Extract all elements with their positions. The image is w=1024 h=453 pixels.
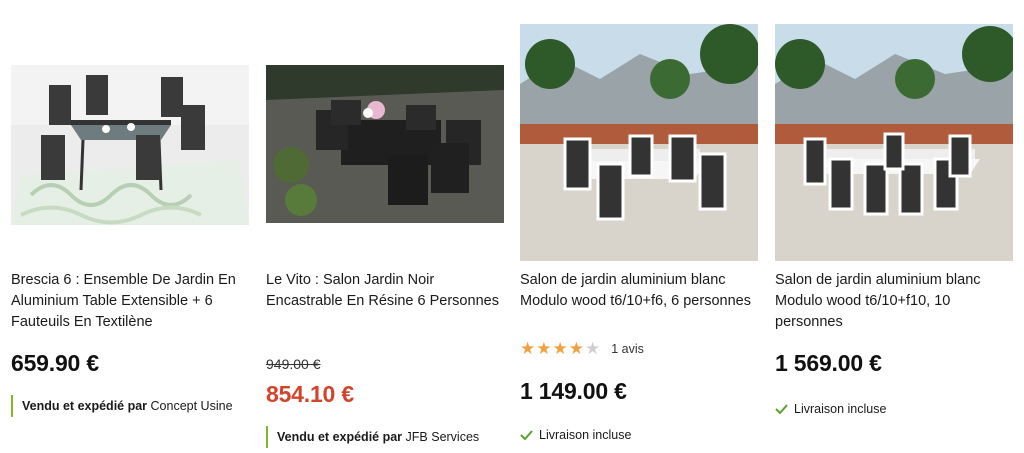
product-title[interactable]: Brescia 6 : Ensemble De Jardin En Alumin… bbox=[11, 270, 249, 333]
product-image[interactable] bbox=[266, 65, 504, 223]
product-photo bbox=[11, 65, 249, 225]
delivery-info: Livraison incluse bbox=[520, 428, 631, 442]
star-filled-icon: ★ bbox=[568, 339, 584, 358]
product-price: 1 569.00 € bbox=[775, 350, 882, 376]
product-card[interactable]: Salon de jardin aluminium blanc Modulo w… bbox=[775, 0, 1013, 453]
product-image[interactable] bbox=[520, 24, 758, 261]
check-icon bbox=[520, 430, 533, 440]
product-title[interactable]: Salon de jardin aluminium blanc Modulo w… bbox=[775, 270, 1013, 333]
check-icon bbox=[775, 404, 788, 414]
product-image[interactable] bbox=[775, 24, 1013, 261]
product-card[interactable]: Le Vito : Salon Jardin Noir Encastrable … bbox=[266, 0, 504, 453]
product-photo bbox=[520, 24, 758, 261]
product-photo bbox=[266, 65, 504, 223]
product-price: 854.10 € bbox=[266, 381, 354, 407]
review-count[interactable]: 1 avis bbox=[611, 342, 644, 356]
delivery-label: Livraison incluse bbox=[794, 402, 887, 416]
delivery-label: Livraison incluse bbox=[539, 428, 632, 442]
product-card[interactable]: Salon de jardin aluminium blanc Modulo w… bbox=[520, 0, 758, 453]
product-price: 1 149.00 € bbox=[520, 378, 627, 404]
product-card[interactable]: Brescia 6 : Ensemble De Jardin En Alumin… bbox=[11, 0, 249, 453]
seller-name[interactable]: Concept Usine bbox=[151, 399, 233, 413]
seller-info: Vendu et expédié par Concept Usine bbox=[11, 395, 233, 417]
product-title[interactable]: Salon de jardin aluminium blanc Modulo w… bbox=[520, 270, 758, 312]
seller-name[interactable]: JFB Services bbox=[406, 430, 480, 444]
product-image[interactable] bbox=[11, 65, 249, 225]
rating[interactable]: ★ ★ ★ ★ ★ 1 avis bbox=[520, 340, 644, 357]
seller-prefix: Vendu et expédié par bbox=[22, 399, 148, 413]
seller-prefix: Vendu et expédié par bbox=[277, 430, 403, 444]
star-filled-icon: ★ bbox=[520, 339, 536, 358]
product-title[interactable]: Le Vito : Salon Jardin Noir Encastrable … bbox=[266, 270, 504, 312]
star-filled-icon: ★ bbox=[552, 339, 568, 358]
old-price: 949.00 € bbox=[266, 356, 321, 372]
seller-info: Vendu et expédié par JFB Services bbox=[266, 426, 479, 448]
product-price: 659.90 € bbox=[11, 350, 99, 376]
star-empty-icon: ★ bbox=[585, 339, 601, 358]
delivery-info: Livraison incluse bbox=[775, 402, 886, 416]
product-photo bbox=[775, 24, 1013, 261]
star-filled-icon: ★ bbox=[536, 339, 552, 358]
